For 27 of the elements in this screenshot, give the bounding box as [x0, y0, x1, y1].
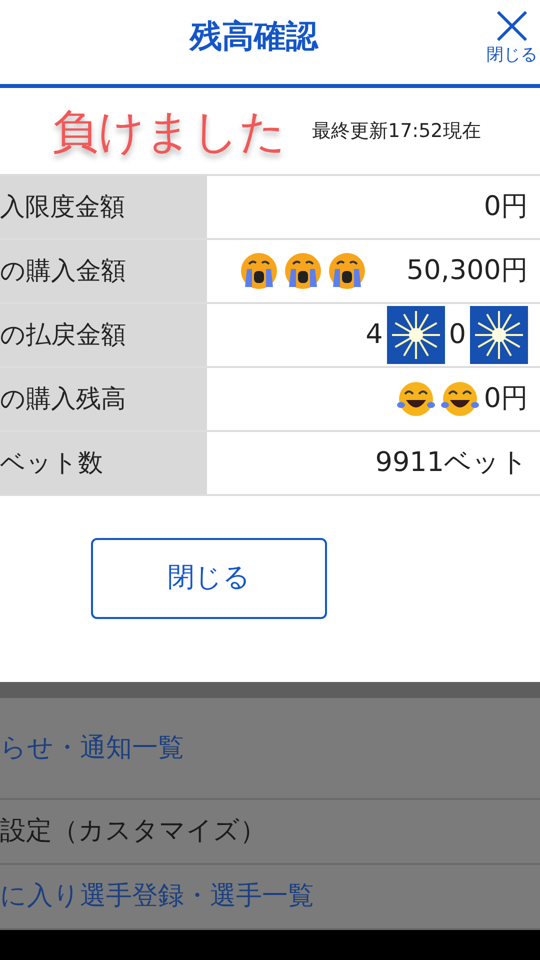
menu-item[interactable]: 設定（カスタマイズ）: [0, 812, 266, 852]
row-label-cell: 入限度金額: [0, 176, 207, 238]
row-label-cell: の購入残高: [0, 368, 207, 430]
close-dialog-button[interactable]: 閉じる: [91, 538, 327, 619]
laughing-face-icon: [396, 379, 436, 419]
crying-face-icon: [326, 251, 367, 291]
row-label-cell: の購入金額: [0, 240, 207, 302]
menu-item[interactable]: らせ・通知一覧: [0, 728, 184, 768]
amount-text: 50,300円: [406, 254, 528, 288]
crying-face-icon: [282, 251, 323, 291]
amount-text: 9911ベット: [375, 446, 528, 480]
row-label-cell: ベット数: [0, 432, 207, 494]
amount-text: 0: [448, 318, 466, 352]
amount-text: 0円: [484, 382, 528, 416]
row-label-cell: の払戻金額: [0, 304, 207, 366]
close-button[interactable]: 閉じる: [484, 8, 540, 84]
menu-item[interactable]: に入り選手登録・選手一覧: [0, 877, 314, 916]
result-heading: 負けました: [52, 102, 286, 160]
amount-text: 4: [366, 318, 383, 352]
updated-time: 最終更新17:52現在: [312, 118, 481, 144]
dialog-title: 残高確認: [190, 16, 318, 57]
crying-face-icon: [238, 251, 279, 291]
firework-icon: [386, 306, 445, 364]
firework-icon: [470, 306, 528, 364]
close-icon: [495, 8, 529, 42]
amount-text: 0円: [484, 190, 528, 224]
laughing-face-icon: [440, 379, 480, 419]
